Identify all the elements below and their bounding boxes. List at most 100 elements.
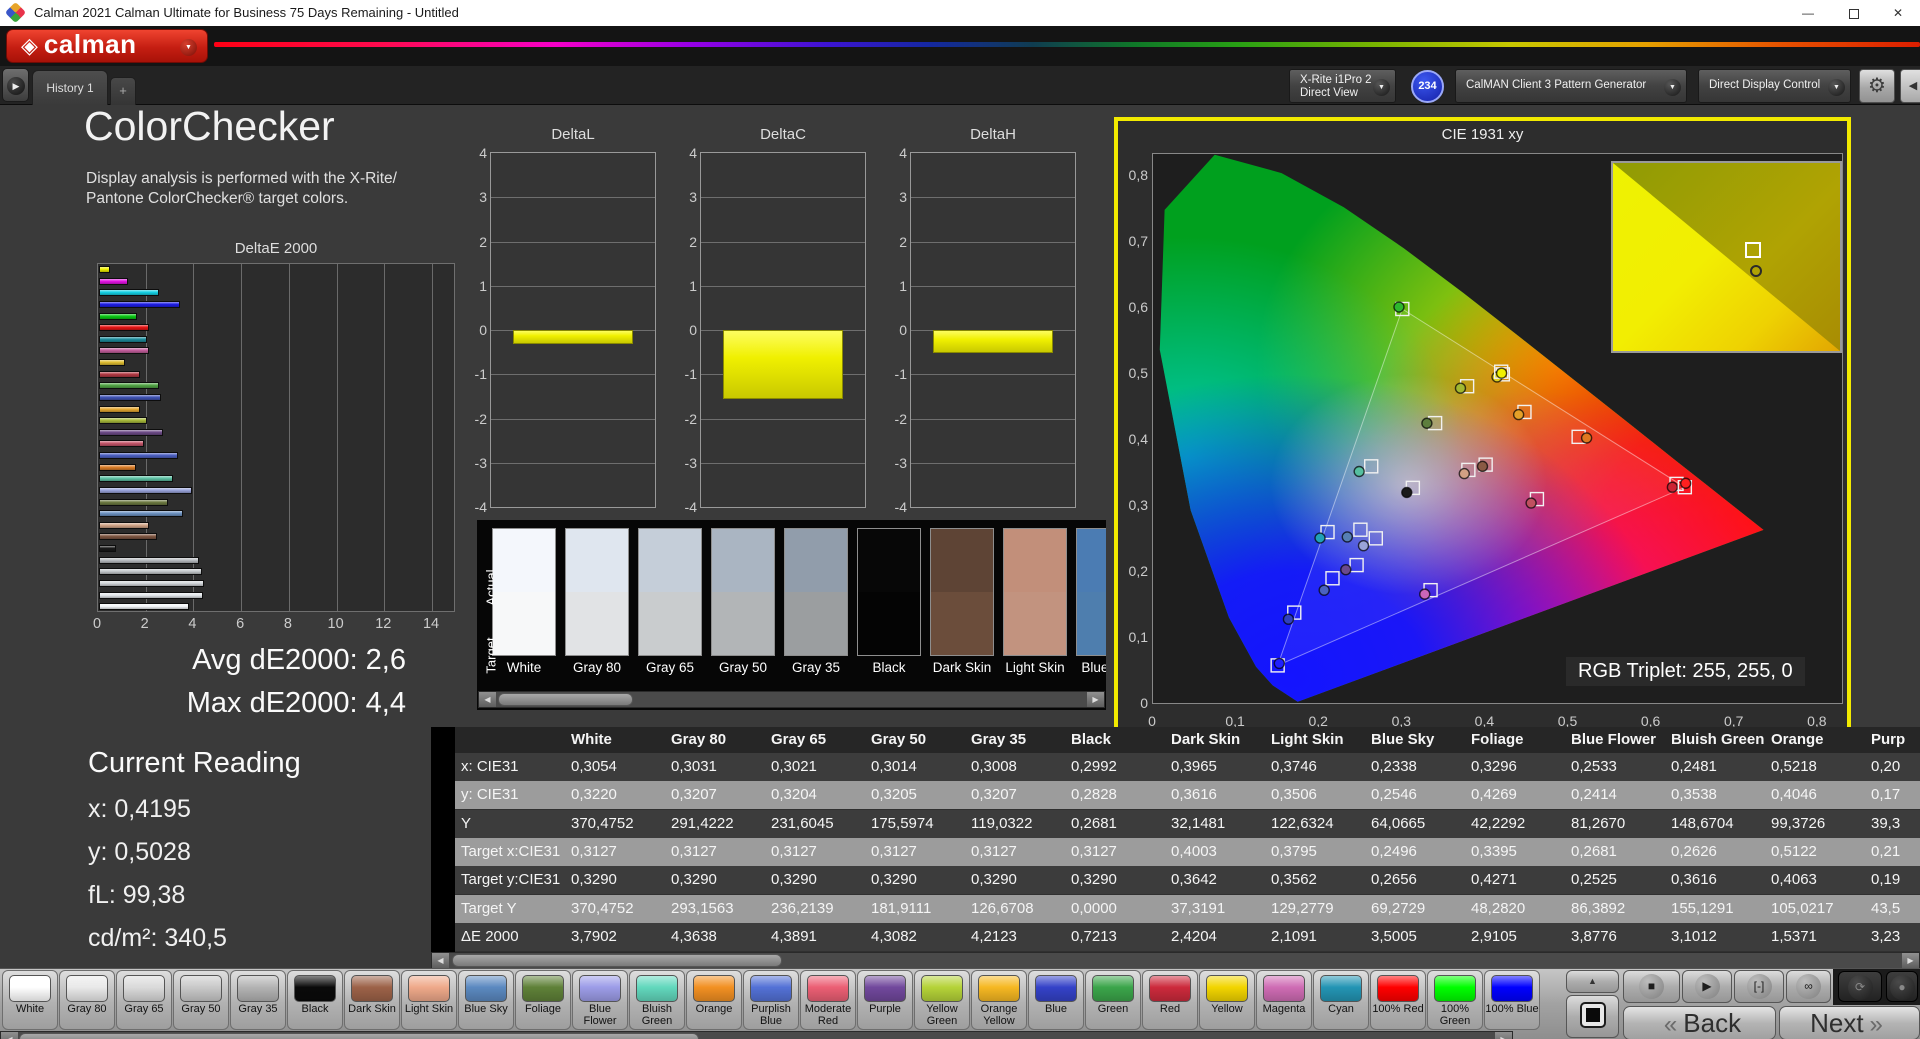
back-button[interactable]: «Back bbox=[1623, 1006, 1776, 1039]
pattern-swatch-bluish-green[interactable]: Bluish Green bbox=[629, 970, 685, 1030]
table-cell: 126,6708 bbox=[971, 899, 1034, 917]
swatch-color-chip bbox=[1263, 975, 1305, 1002]
pattern-swatch-yellow-green[interactable]: Yellow Green bbox=[914, 970, 970, 1030]
expand-patterns-button[interactable]: ▲ bbox=[1566, 970, 1619, 993]
arrow-right-icon: ▶ bbox=[7, 77, 25, 95]
pattern-swatch-blue-sky[interactable]: Blue Sky bbox=[458, 970, 514, 1030]
next-button[interactable]: Next» bbox=[1779, 1006, 1920, 1039]
table-scrollbar[interactable]: ◀ ▶ bbox=[431, 952, 1920, 969]
pattern-swatch-cyan[interactable]: Cyan bbox=[1313, 970, 1369, 1030]
pattern-swatch-light-skin[interactable]: Light Skin bbox=[401, 970, 457, 1030]
pattern-swatch-white[interactable]: White bbox=[2, 970, 58, 1030]
continuous-read-button[interactable]: ∞ bbox=[1786, 970, 1831, 1003]
axis-tick-label: 2 bbox=[689, 233, 697, 250]
refresh-button[interactable]: ⟳ bbox=[1838, 971, 1882, 1002]
pattern-swatch-yellow[interactable]: Yellow bbox=[1199, 970, 1255, 1030]
calman-logo-text: calman bbox=[43, 29, 137, 59]
stop-icon: ■ bbox=[1639, 974, 1664, 999]
table-cell: 69,2729 bbox=[1371, 899, 1426, 917]
app-header: ◈ calman ▼ bbox=[0, 26, 1920, 66]
compare-scrollbar-thumb[interactable] bbox=[498, 693, 633, 706]
compare-chip-label: Light Skin bbox=[1005, 660, 1065, 675]
swatch-color-chip bbox=[1149, 975, 1191, 1002]
axis-tick-label: 0 bbox=[689, 322, 697, 338]
pattern-swatch-100-red[interactable]: 100% Red bbox=[1370, 970, 1426, 1030]
measured-marker-orange bbox=[1580, 432, 1593, 444]
table-scrollbar-thumb[interactable] bbox=[452, 954, 782, 967]
swatch-color-chip bbox=[579, 975, 621, 1002]
pattern-swatch-purplish-blue[interactable]: Purplish Blue bbox=[743, 970, 799, 1030]
add-tab-button[interactable]: + bbox=[110, 77, 136, 105]
table-cell: 0,3127 bbox=[671, 842, 717, 860]
display-control-dropdown[interactable]: Direct Display Control ▼ bbox=[1698, 69, 1851, 103]
meter-dropdown[interactable]: X-Rite i1Pro 2 Direct View ▼ bbox=[1289, 69, 1396, 103]
scroll-right-icon[interactable]: ▶ bbox=[1495, 1032, 1512, 1039]
scroll-right-icon[interactable]: ▶ bbox=[1087, 692, 1104, 707]
swatch-scrollbar-thumb[interactable] bbox=[19, 1033, 699, 1039]
pattern-swatch-dark-skin[interactable]: Dark Skin bbox=[344, 970, 400, 1030]
pattern-swatch-purple[interactable]: Purple bbox=[857, 970, 913, 1030]
pattern-swatch-gray-35[interactable]: Gray 35 bbox=[230, 970, 286, 1030]
axis-tick-label: 3 bbox=[899, 189, 907, 206]
pattern-swatch-green[interactable]: Green bbox=[1085, 970, 1141, 1030]
record-button[interactable]: ● bbox=[1886, 971, 1918, 1002]
axis-tick-label: 14 bbox=[422, 616, 440, 632]
pattern-swatch-blue-flower[interactable]: Blue Flower bbox=[572, 970, 628, 1030]
maximize-button[interactable] bbox=[1832, 0, 1876, 26]
gridline bbox=[491, 197, 655, 199]
deltah-chart: 4 3 2 1 0 -1 -2 -3 -4 bbox=[895, 145, 1076, 515]
pattern-swatch-gray-65[interactable]: Gray 65 bbox=[116, 970, 172, 1030]
deltae-bar-gray-80 bbox=[99, 591, 204, 599]
settings-button[interactable]: ⚙ bbox=[1859, 69, 1895, 103]
close-button[interactable]: ✕ bbox=[1876, 0, 1920, 26]
meter-count-badge[interactable]: 234 bbox=[1411, 70, 1444, 103]
pattern-swatch-100-green[interactable]: 100% Green bbox=[1427, 970, 1483, 1030]
swatch-label: Purple bbox=[869, 1003, 901, 1015]
pattern-swatch-red[interactable]: Red bbox=[1142, 970, 1198, 1030]
pattern-swatch-gray-80[interactable]: Gray 80 bbox=[59, 970, 115, 1030]
chevron-down-icon: ▼ bbox=[180, 39, 197, 56]
play-button[interactable]: ▶ bbox=[1682, 970, 1732, 1003]
table-cell: 99,3726 bbox=[1771, 814, 1826, 832]
display-control-label: Direct Display Control bbox=[1709, 79, 1821, 91]
deltae-bar-magenta bbox=[99, 347, 150, 355]
collapse-panel-button[interactable]: ◀ bbox=[1900, 69, 1920, 103]
pattern-swatch-foliage[interactable]: Foliage bbox=[515, 970, 571, 1030]
calman-menu-button[interactable]: ◈ calman ▼ bbox=[6, 29, 208, 63]
scroll-right-icon[interactable]: ▶ bbox=[1902, 953, 1919, 968]
compare-chip-target bbox=[931, 592, 993, 655]
pattern-swatch-100-blue[interactable]: 100% Blue bbox=[1484, 970, 1540, 1030]
pattern-swatch-orange-yellow[interactable]: Orange Yellow bbox=[971, 970, 1027, 1030]
axis-tick-label: 6 bbox=[236, 616, 245, 632]
table-cell: 119,0322 bbox=[971, 814, 1033, 832]
table-cell: 105,0217 bbox=[1771, 899, 1834, 917]
column-header-bluish-green: Bluish Green bbox=[1671, 731, 1765, 748]
swatch-scrollbar[interactable]: ◀ ▶ bbox=[0, 1031, 1513, 1039]
table-cell: 0,19 bbox=[1871, 871, 1901, 889]
scroll-left-icon[interactable]: ◀ bbox=[479, 692, 496, 707]
minimize-button[interactable]: — bbox=[1786, 0, 1830, 26]
tab-history-1[interactable]: History 1 bbox=[32, 70, 108, 105]
interval-read-button[interactable]: [-] bbox=[1734, 970, 1784, 1003]
compare-scrollbar[interactable]: ◀ ▶ bbox=[478, 691, 1105, 708]
pattern-swatch-blue[interactable]: Blue bbox=[1028, 970, 1084, 1030]
panel-toggle-button[interactable]: ▶ bbox=[2, 68, 29, 102]
compare-chip-label: Gray 50 bbox=[718, 660, 768, 675]
stop-button[interactable]: ■ bbox=[1623, 970, 1680, 1003]
scroll-left-icon[interactable]: ◀ bbox=[432, 953, 449, 968]
gridline bbox=[336, 264, 338, 611]
deltae-bar-purple bbox=[99, 428, 164, 436]
pattern-generator-dropdown[interactable]: CalMAN Client 3 Pattern Generator ▼ bbox=[1455, 69, 1687, 103]
scroll-left-icon[interactable]: ◀ bbox=[1, 1032, 18, 1039]
swatch-color-chip bbox=[522, 975, 564, 1002]
pattern-swatch-moderate-red[interactable]: Moderate Red bbox=[800, 970, 856, 1030]
pattern-swatch-gray-50[interactable]: Gray 50 bbox=[173, 970, 229, 1030]
pattern-swatch-magenta[interactable]: Magenta bbox=[1256, 970, 1312, 1030]
toolbar-dark-segment: ⟳ ● bbox=[1833, 969, 1920, 1005]
row-label: Y bbox=[461, 814, 472, 832]
measured-marker-blue-sky bbox=[1341, 531, 1353, 543]
pattern-swatch-black[interactable]: Black bbox=[287, 970, 343, 1030]
pattern-swatch-orange[interactable]: Orange bbox=[686, 970, 742, 1030]
pattern-window-button[interactable] bbox=[1566, 995, 1619, 1038]
swatch-label: Blue bbox=[1044, 1003, 1068, 1015]
